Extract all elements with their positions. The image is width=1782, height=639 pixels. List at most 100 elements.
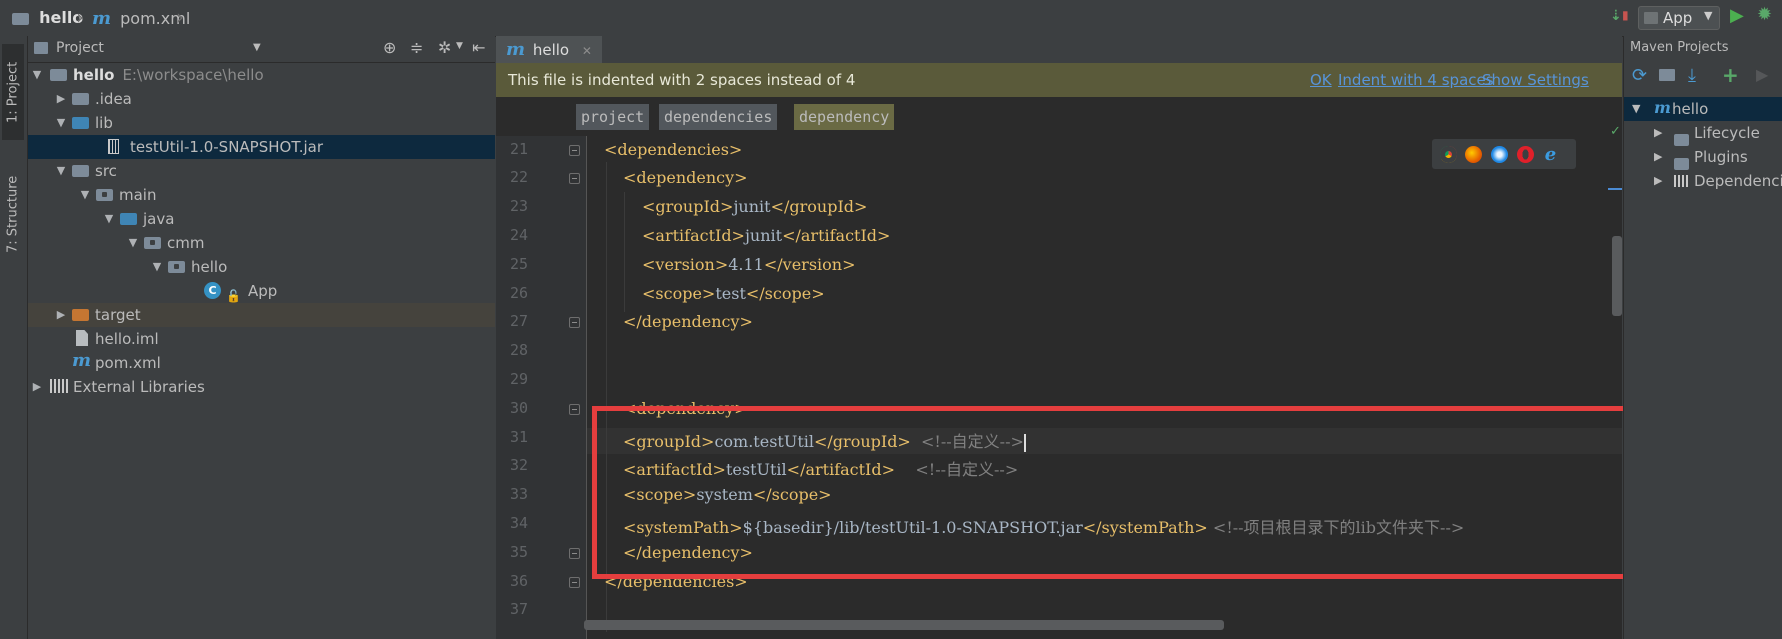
tree-item-target[interactable]: ▶ target (28, 303, 495, 327)
tab-project-tool[interactable]: 1: Project (2, 44, 24, 140)
close-icon[interactable]: ✕ (582, 44, 592, 58)
vcs-commit-icon[interactable]: ▮ (1622, 8, 1629, 22)
expand-arrow-icon[interactable]: ▼ (54, 111, 68, 135)
reimport-icon[interactable]: ⟳ (1632, 65, 1647, 86)
vertical-scrollbar[interactable] (1612, 236, 1622, 316)
firefox-icon[interactable] (1465, 146, 1482, 163)
chevron-down-icon[interactable]: ▼ (456, 41, 463, 51)
expand-arrow-icon[interactable]: ▼ (150, 255, 164, 279)
navigation-bar: hello › m pom.xml › ⇣ ▮ App ▼ ▶ ✹ (0, 0, 1782, 37)
hide-panel-icon[interactable]: ⇤ (472, 38, 485, 57)
tree-item-hello[interactable]: ▼ hello E:\workspace\hello (28, 63, 495, 87)
collapse-arrow-icon[interactable]: ▶ (54, 87, 68, 111)
line-number: 35 (509, 543, 528, 561)
add-icon[interactable]: + (1722, 63, 1739, 87)
safari-icon[interactable] (1491, 146, 1508, 163)
tree-item-jar[interactable]: testUtil-1.0-SNAPSHOT.jar (28, 135, 495, 159)
scroll-from-source-icon[interactable]: ⊕ (383, 38, 396, 57)
tree-item-src[interactable]: ▼ src (28, 159, 495, 183)
gear-icon[interactable]: ✲ (438, 38, 451, 57)
maven-projects-panel: Maven Projects ⟳ ⤓ + ▶ ▼ m hello ▶ Lifec… (1623, 36, 1782, 639)
tree-item-java[interactable]: ▼ java (28, 207, 495, 231)
code-line-27: </dependency> (623, 312, 753, 331)
package-icon (168, 261, 185, 273)
fold-marker-icon[interactable] (569, 173, 580, 184)
maven-tree-lifecycle[interactable]: ▶ Lifecycle (1624, 121, 1782, 146)
tree-item-idea[interactable]: ▶ .idea (28, 87, 495, 111)
line-number: 34 (509, 514, 528, 532)
indent-notice-bar: This file is indented with 2 spaces inst… (496, 63, 1622, 98)
run-icon[interactable]: ▶ (1730, 5, 1744, 26)
expand-arrow-icon[interactable]: ▼ (1632, 97, 1640, 121)
line-number: 31 (509, 428, 528, 446)
breadcrumb-project-tag[interactable]: project (576, 104, 650, 130)
tab-hello[interactable]: m hello ✕ (496, 36, 602, 63)
debug-icon[interactable]: ✹ (1757, 4, 1772, 25)
line-number: 33 (509, 485, 528, 503)
code-line-24: <artifactId>junit</artifactId> (642, 226, 891, 245)
show-settings-link[interactable]: Show Settings (1482, 71, 1589, 89)
fold-marker-icon[interactable] (569, 404, 580, 415)
breadcrumb-dependencies-tag[interactable]: dependencies (659, 104, 778, 130)
collapse-all-icon[interactable]: ≑ (410, 38, 423, 57)
fold-marker-icon[interactable] (569, 145, 580, 156)
expand-arrow-icon[interactable]: ▼ (54, 159, 68, 183)
line-number: 25 (509, 255, 528, 273)
tree-item-hello-package[interactable]: ▼ hello (28, 255, 495, 279)
chrome-icon[interactable] (1440, 146, 1457, 163)
maven-file-icon: m (506, 39, 526, 60)
generate-sources-icon[interactable] (1659, 69, 1675, 81)
line-number: 29 (509, 370, 528, 388)
chevron-down-icon[interactable]: ▼ (253, 42, 261, 53)
app-config-icon (1644, 12, 1658, 24)
fold-marker-icon[interactable] (569, 577, 580, 588)
line-number: 21 (509, 140, 528, 158)
fold-marker-icon[interactable] (569, 317, 580, 328)
line-number: 26 (509, 284, 528, 302)
tree-item-main[interactable]: ▼ main (28, 183, 495, 207)
download-icon[interactable]: ⤓ (1688, 65, 1696, 86)
maven-tree-hello[interactable]: ▼ m hello (1624, 97, 1782, 121)
line-number: 36 (509, 572, 528, 590)
collapse-arrow-icon[interactable]: ▶ (1654, 145, 1662, 169)
expand-arrow-icon[interactable]: ▼ (126, 231, 140, 255)
indent-link[interactable]: Indent with 4 spaces (1338, 71, 1494, 89)
run-icon[interactable]: ▶ (1756, 65, 1768, 84)
opera-icon[interactable] (1517, 146, 1534, 163)
maven-panel-title: Maven Projects (1630, 40, 1729, 55)
fold-marker-icon[interactable] (569, 548, 580, 559)
line-number: 22 (509, 168, 528, 186)
breadcrumb-dependency-tag[interactable]: dependency (794, 104, 895, 130)
project-view-select[interactable]: Project (56, 40, 104, 56)
collapse-arrow-icon[interactable]: ▶ (1654, 169, 1662, 193)
project-view-icon (34, 42, 48, 54)
breadcrumb-project[interactable]: hello (12, 8, 83, 27)
collapse-arrow-icon[interactable]: ▶ (54, 303, 68, 327)
expand-arrow-icon[interactable]: ▼ (78, 183, 92, 207)
line-gutter: 21 22 23 24 25 26 27 28 29 30 31 32 33 3… (496, 136, 587, 639)
ie-icon[interactable]: e (1542, 146, 1559, 164)
tree-item-cmm[interactable]: ▼ cmm (28, 231, 495, 255)
horizontal-scrollbar[interactable] (584, 620, 1224, 630)
tree-item-app[interactable]: C 🔓 App (28, 279, 495, 303)
maven-tree-plugins[interactable]: ▶ Plugins (1624, 145, 1782, 170)
xml-breadcrumb: project dependencies dependency (496, 98, 1622, 136)
run-config-select[interactable]: App ▼ (1638, 6, 1720, 30)
expand-arrow-icon[interactable]: ▼ (30, 63, 44, 87)
tree-item-lib[interactable]: ▼ lib (28, 111, 495, 135)
editor-tab-bar: m hello ✕ (496, 36, 1622, 64)
inspection-ok-icon: ✓ (1610, 124, 1621, 139)
tab-structure-tool[interactable]: 7: Structure (2, 154, 24, 274)
expand-arrow-icon[interactable]: ▼ (102, 207, 116, 231)
project-panel-header: Project ▼ ⊕ ≑ ✲ ▼ ⇤ (28, 36, 495, 63)
collapse-arrow-icon[interactable]: ▶ (30, 375, 44, 399)
maven-file-icon: m (92, 8, 112, 29)
vcs-update-icon[interactable]: ⇣ (1610, 8, 1622, 24)
tree-item-pom[interactable]: m pom.xml (28, 350, 495, 375)
maven-tree-dependencies[interactable]: ▶ Dependencies (1624, 169, 1782, 193)
tree-item-hello-iml[interactable]: hello.iml (28, 327, 495, 351)
ok-link[interactable]: OK (1310, 71, 1332, 89)
tree-item-external-libraries[interactable]: ▶ External Libraries (28, 375, 495, 399)
maven-file-icon: m (72, 350, 92, 371)
collapse-arrow-icon[interactable]: ▶ (1654, 121, 1662, 145)
